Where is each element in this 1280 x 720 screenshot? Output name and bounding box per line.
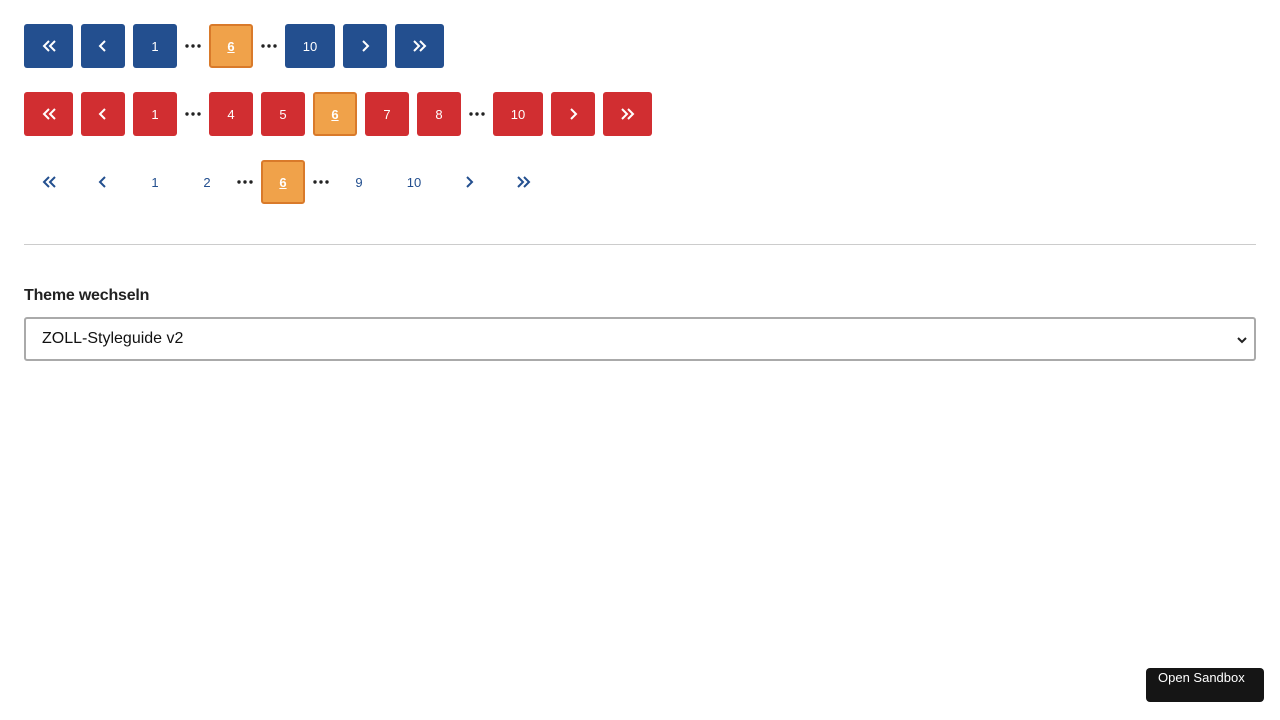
next-page-button[interactable] — [343, 24, 387, 68]
page-button-10[interactable]: 10 — [389, 160, 439, 204]
current-page-button[interactable]: 6 — [209, 24, 253, 68]
ellipsis-icon — [181, 92, 205, 136]
previous-page-button[interactable] — [81, 24, 125, 68]
page-button-4[interactable]: 4 — [209, 92, 253, 136]
current-page-button[interactable]: 6 — [313, 92, 357, 136]
ellipsis-icon — [257, 24, 281, 68]
chevron-down-icon — [1236, 333, 1248, 351]
current-page-button[interactable]: 6 — [261, 160, 305, 204]
previous-page-button[interactable] — [81, 92, 125, 136]
first-page-button[interactable] — [24, 160, 73, 204]
ellipsis-icon — [233, 160, 257, 204]
ellipsis-icon — [465, 92, 489, 136]
double-chevron-left-icon — [42, 108, 56, 120]
page-button-2[interactable]: 2 — [185, 160, 229, 204]
page-button-10[interactable]: 10 — [285, 24, 335, 68]
page-button-1[interactable]: 1 — [133, 92, 177, 136]
page-button-8[interactable]: 8 — [417, 92, 461, 136]
double-chevron-left-icon — [42, 40, 56, 52]
theme-select-value: ZOLL-Styleguide v2 — [42, 330, 184, 347]
last-page-button[interactable] — [499, 160, 548, 204]
page-button-1[interactable]: 1 — [133, 160, 177, 204]
double-chevron-left-icon — [42, 176, 56, 188]
page-button-1[interactable]: 1 — [133, 24, 177, 68]
chevron-left-icon — [98, 176, 106, 188]
double-chevron-right-icon — [516, 176, 530, 188]
divider — [24, 244, 1256, 245]
page-button-10[interactable]: 10 — [493, 92, 543, 136]
next-page-button[interactable] — [551, 92, 595, 136]
page-button-5[interactable]: 5 — [261, 92, 305, 136]
pagination-blue: 1 6 10 — [24, 24, 452, 68]
page-button-7[interactable]: 7 — [365, 92, 409, 136]
double-chevron-right-icon — [620, 108, 634, 120]
ellipsis-icon — [181, 24, 205, 68]
double-chevron-right-icon — [412, 40, 426, 52]
chevron-right-icon — [466, 176, 474, 188]
open-sandbox-button[interactable]: Open Sandbox — [1146, 668, 1264, 702]
pagination-red: 1 4 5 6 7 8 10 — [24, 92, 660, 136]
previous-page-button[interactable] — [81, 160, 125, 204]
last-page-button[interactable] — [603, 92, 652, 136]
chevron-right-icon — [362, 40, 370, 52]
first-page-button[interactable] — [24, 92, 73, 136]
theme-select[interactable]: ZOLL-Styleguide v2 — [24, 317, 1256, 361]
first-page-button[interactable] — [24, 24, 73, 68]
chevron-right-icon — [570, 108, 578, 120]
ellipsis-icon — [309, 160, 333, 204]
next-page-button[interactable] — [447, 160, 491, 204]
page-button-9[interactable]: 9 — [337, 160, 381, 204]
theme-label: Theme wechseln — [24, 287, 150, 304]
pagination-plain: 1 2 6 9 10 — [24, 160, 556, 204]
chevron-left-icon — [98, 40, 106, 52]
chevron-left-icon — [98, 108, 106, 120]
last-page-button[interactable] — [395, 24, 444, 68]
